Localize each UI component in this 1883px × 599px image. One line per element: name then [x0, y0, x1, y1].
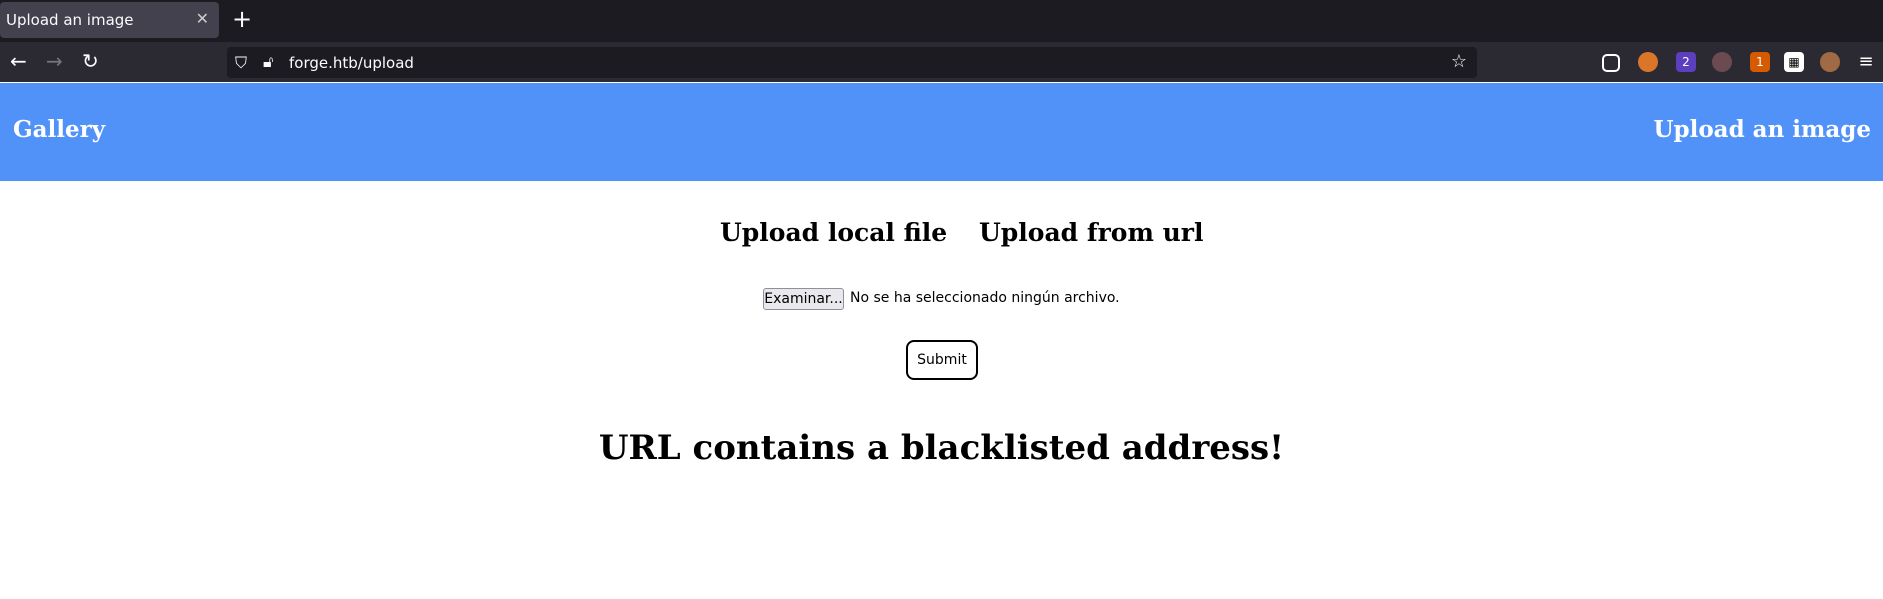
extension-purple-icon[interactable]: 2: [1676, 52, 1696, 72]
back-icon[interactable]: ←: [10, 49, 27, 73]
gallery-link[interactable]: Gallery: [13, 116, 105, 143]
plus-icon[interactable]: +: [232, 5, 252, 33]
browser-toolbar: ← → ↻ ⛉ 🔓︎ forge.htb/upload ☆ 2 1 ▦ ≡: [0, 42, 1883, 82]
extension-blocked-icon[interactable]: [1638, 52, 1658, 72]
tab-upload-local-file[interactable]: Upload local file: [720, 218, 947, 247]
badge-count: 1: [1756, 55, 1764, 69]
pocket-icon[interactable]: [1602, 54, 1620, 72]
extension-circles-icon[interactable]: [1712, 52, 1732, 72]
site-header: Gallery Upload an image: [0, 83, 1883, 181]
upload-image-link[interactable]: Upload an image: [1653, 116, 1871, 143]
tab-bar: Upload an image ✕ +: [0, 0, 1883, 42]
submit-button[interactable]: Submit: [906, 340, 978, 380]
qr-code-icon[interactable]: ▦: [1784, 52, 1804, 72]
cookie-icon[interactable]: [1820, 52, 1840, 72]
tab-upload-an-image[interactable]: Upload an image ✕: [0, 2, 219, 38]
insecure-lock-icon[interactable]: 🔓︎: [263, 52, 273, 72]
file-status-text: No se ha seleccionado ningún archivo.: [850, 290, 1120, 306]
url-bar[interactable]: ⛉ 🔓︎ forge.htb/upload ☆: [227, 47, 1477, 78]
tab-title: Upload an image: [6, 11, 134, 29]
error-message: URL contains a blacklisted address!: [598, 428, 1285, 468]
bookmark-star-icon[interactable]: ☆: [1451, 51, 1467, 72]
tab-upload-from-url[interactable]: Upload from url: [979, 218, 1203, 247]
shield-icon[interactable]: ⛉: [235, 53, 247, 73]
forward-icon[interactable]: →: [46, 49, 63, 73]
file-browse-button[interactable]: Examinar...: [763, 288, 844, 310]
reload-icon[interactable]: ↻: [82, 49, 99, 73]
badge-count: 2: [1682, 55, 1690, 69]
close-icon[interactable]: ✕: [196, 9, 209, 28]
url-text[interactable]: forge.htb/upload: [289, 54, 414, 72]
extension-orange-icon[interactable]: 1: [1750, 52, 1770, 72]
menu-icon[interactable]: ≡: [1856, 52, 1876, 72]
